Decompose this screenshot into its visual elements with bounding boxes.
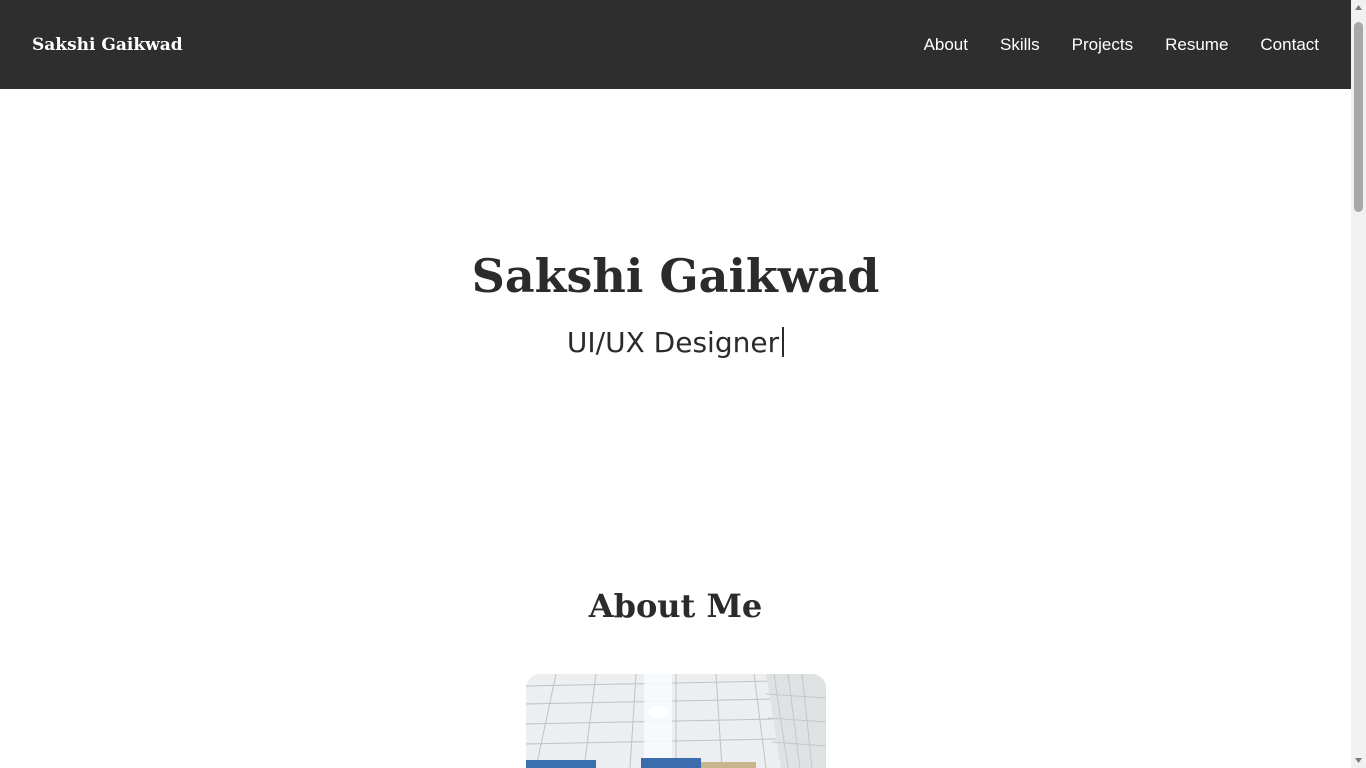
scrollbar-thumb[interactable]	[1354, 22, 1363, 212]
nav-link-about[interactable]: About	[924, 35, 968, 54]
typing-cursor	[782, 327, 785, 357]
page-scrollbar[interactable]	[1351, 0, 1366, 768]
profile-photo-image	[526, 674, 826, 768]
scroll-up-arrow-icon[interactable]	[1351, 0, 1366, 15]
nav-link-skills[interactable]: Skills	[1000, 35, 1040, 54]
nav-item-skills: Skills	[1000, 33, 1040, 57]
profile-photo	[526, 674, 826, 768]
about-title: About Me	[588, 587, 763, 625]
nav-links: About Skills Projects Resume Contact	[924, 33, 1319, 57]
hero-subtitle: UI/UX Designer	[566, 326, 780, 359]
hero-subtitle-wrapper: UI/UX Designer	[0, 323, 1351, 363]
nav-item-resume: Resume	[1165, 33, 1228, 57]
nav-item-contact: Contact	[1260, 33, 1319, 57]
nav-link-contact[interactable]: Contact	[1260, 35, 1319, 54]
scroll-down-arrow-icon[interactable]	[1351, 753, 1366, 768]
brand-logo-link[interactable]: Sakshi Gaikwad	[32, 33, 183, 57]
navbar: Sakshi Gaikwad About Skills Projects Res…	[0, 0, 1351, 89]
hero-title: Sakshi Gaikwad	[471, 249, 880, 303]
nav-item-projects: Projects	[1072, 33, 1133, 57]
nav-link-projects[interactable]: Projects	[1072, 35, 1133, 54]
nav-item-about: About	[924, 33, 968, 57]
nav-link-resume[interactable]: Resume	[1165, 35, 1228, 54]
